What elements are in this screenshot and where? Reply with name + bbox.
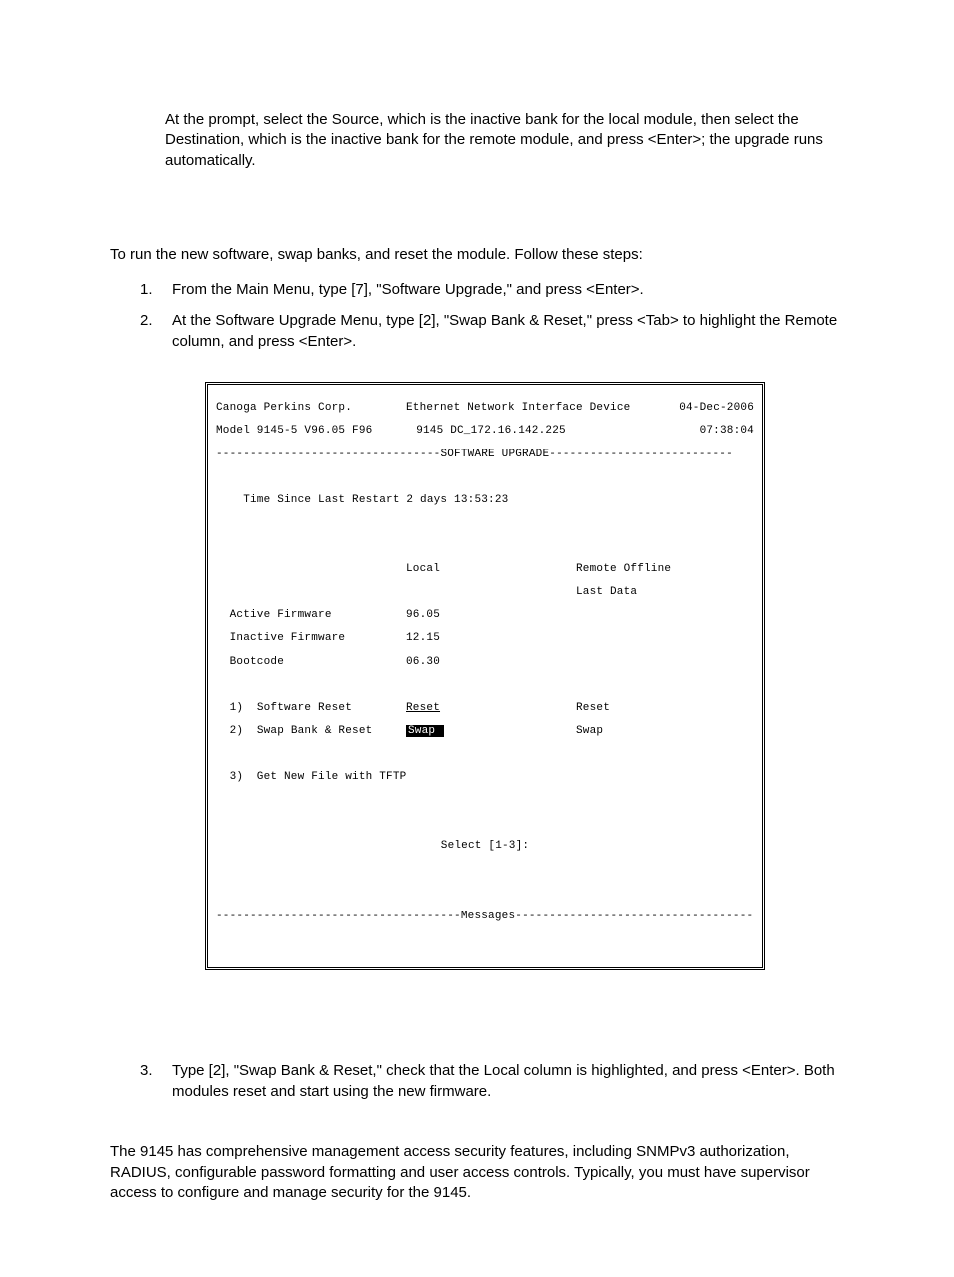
term-opt-3: 3) Get New File with TFTP: [216, 772, 754, 784]
term-since-restart: Time Since Last Restart 2 days 13:53:23: [216, 495, 754, 507]
term-blank: [216, 795, 754, 807]
term-blank: [216, 680, 754, 692]
steps-list-a: 1. From the Main Menu, type [7], "Softwa…: [110, 279, 854, 352]
term-blank: [216, 518, 754, 530]
step-number: 1.: [110, 279, 172, 300]
term-opt-1: 1) Software ResetResetReset: [216, 703, 754, 715]
term-header-2: Model 9145-5 V96.05 F969145 DC_172.16.14…: [216, 426, 754, 438]
step-text: At the Software Upgrade Menu, type [2], …: [172, 310, 854, 352]
step-3: 3. Type [2], "Swap Bank & Reset," check …: [110, 1060, 854, 1102]
step-1: 1. From the Main Menu, type [7], "Softwa…: [110, 279, 854, 300]
steps-list-b: 3. Type [2], "Swap Bank & Reset," check …: [110, 1060, 854, 1102]
term-blank: [216, 541, 754, 553]
step-text: Type [2], "Swap Bank & Reset," check tha…: [172, 1060, 854, 1102]
intro-paragraph: At the prompt, select the Source, which …: [165, 110, 854, 171]
term-blank: [216, 472, 754, 484]
term-bootcode: Bootcode06.30: [216, 657, 754, 669]
security-paragraph: The 9145 has comprehensive management ac…: [110, 1142, 854, 1203]
term-active-fw: Active Firmware96.05: [216, 610, 754, 622]
step-number: 3.: [110, 1060, 172, 1102]
step-2: 2. At the Software Upgrade Menu, type [2…: [110, 310, 854, 352]
term-blank: [216, 864, 754, 876]
step-text: From the Main Menu, type [7], "Software …: [172, 279, 854, 300]
term-divider-messages: ------------------------------------Mess…: [216, 911, 754, 923]
run-intro: To run the new software, swap banks, and…: [110, 245, 854, 265]
page: At the prompt, select the Source, which …: [0, 0, 954, 1277]
term-divider-upgrade: ---------------------------------SOFTWAR…: [216, 449, 754, 461]
term-header-1: Canoga Perkins Corp.Ethernet Network Int…: [216, 403, 754, 415]
terminal: Canoga Perkins Corp.Ethernet Network Int…: [205, 382, 765, 970]
term-inactive-fw: Inactive Firmware12.15: [216, 633, 754, 645]
step-number: 2.: [110, 310, 172, 352]
term-select-prompt: Select [1-3]:: [216, 841, 754, 853]
terminal-screenshot: Canoga Perkins Corp.Ethernet Network Int…: [205, 382, 765, 970]
term-blank: [216, 749, 754, 761]
term-blank: [216, 888, 754, 900]
term-opt-2: 2) Swap Bank & ResetSwap Swap: [216, 726, 754, 738]
term-col-sub: Last Data: [216, 587, 754, 599]
term-col-headers: LocalRemote Offline: [216, 564, 754, 576]
term-blank: [216, 818, 754, 830]
